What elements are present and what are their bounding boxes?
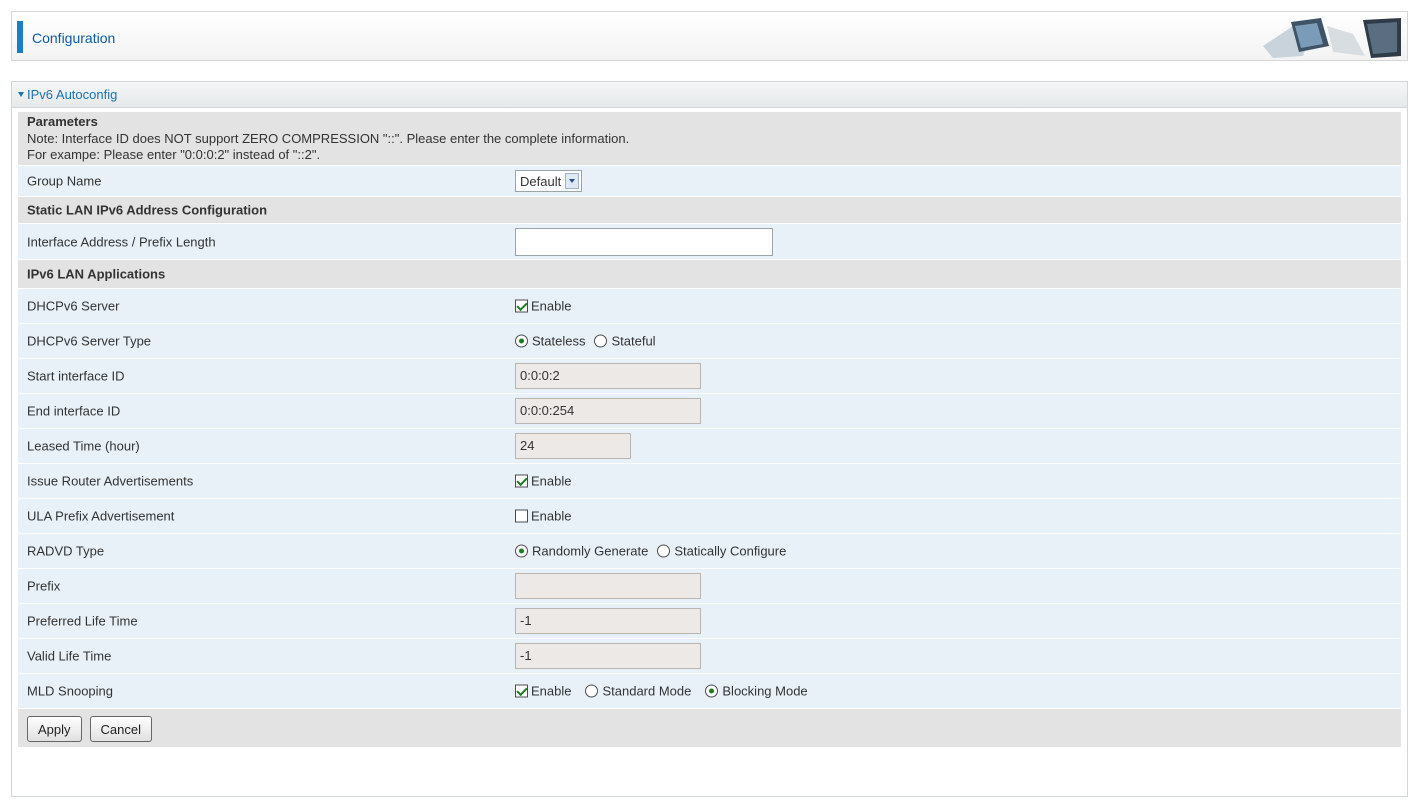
standard-mode-option[interactable]: Standard Mode xyxy=(585,684,691,699)
stateless-radio[interactable] xyxy=(515,334,528,348)
end-id-input[interactable]: 0:0:0:254 xyxy=(515,398,701,424)
preferred-life-label: Preferred Life Time xyxy=(27,613,138,629)
issue-ra-row: Issue Router Advertisements Enable xyxy=(18,464,1401,499)
ula-prefix-row: ULA Prefix Advertisement Enable xyxy=(18,499,1401,534)
preferred-life-row: Preferred Life Time -1 xyxy=(18,604,1401,639)
dhcpv6-server-label: DHCPv6 Server xyxy=(27,298,120,314)
parameters-heading: Parameters xyxy=(27,114,98,129)
stateless-option[interactable]: Stateless xyxy=(515,334,585,349)
dhcpv6-type-label: DHCPv6 Server Type xyxy=(27,333,152,349)
ula-prefix-label: ULA Prefix Advertisement xyxy=(27,508,175,524)
header-accent-bar xyxy=(17,21,23,53)
cancel-button[interactable]: Cancel xyxy=(89,716,152,742)
valid-life-label: Valid Life Time xyxy=(27,648,112,664)
static-lan-section: Static LAN IPv6 Address Configuration xyxy=(18,197,1401,224)
leased-time-input[interactable]: 24 xyxy=(515,433,631,459)
leased-time-label: Leased Time (hour) xyxy=(27,438,140,454)
dhcpv6-server-row: DHCPv6 Server Enable xyxy=(18,289,1401,324)
radvd-type-label: RADVD Type xyxy=(27,543,105,559)
valid-life-row: Valid Life Time -1 xyxy=(18,639,1401,674)
ipv6-lan-apps-heading: IPv6 LAN Applications xyxy=(27,266,166,282)
mld-enable-checkbox[interactable] xyxy=(515,684,528,698)
stateful-radio[interactable] xyxy=(594,334,608,348)
stateless-label: Stateless xyxy=(532,333,586,349)
dhcpv6-server-checkbox[interactable] xyxy=(515,299,528,313)
panel-header[interactable]: IPv6 Autoconfig xyxy=(12,82,1407,108)
ipv6-autoconfig-panel: IPv6 Autoconfig Parameters Note: Interfa… xyxy=(11,81,1408,797)
parameters-note: Parameters Note: Interface ID does NOT s… xyxy=(27,112,629,163)
group-name-row: Group Name Default xyxy=(18,166,1401,197)
static-lan-heading: Static LAN IPv6 Address Configuration xyxy=(27,202,268,218)
parameters-section: Parameters Note: Interface ID does NOT s… xyxy=(18,112,1401,166)
ipv6-lan-apps-section: IPv6 LAN Applications xyxy=(18,260,1401,289)
mld-enable-label: Enable xyxy=(531,683,572,699)
prefix-label: Prefix xyxy=(27,578,61,594)
mld-enable-option[interactable]: Enable xyxy=(515,684,571,699)
interface-address-row: Interface Address / Prefix Length xyxy=(18,224,1401,260)
end-id-label: End interface ID xyxy=(27,403,121,419)
start-id-input[interactable]: 0:0:0:2 xyxy=(515,363,701,389)
prefix-row: Prefix xyxy=(18,569,1401,604)
randomly-generate-option[interactable]: Randomly Generate xyxy=(515,544,648,559)
leased-time-row: Leased Time (hour) 24 xyxy=(18,429,1401,464)
note-line-2: For exampe: Please enter "0:0:0:2" inste… xyxy=(27,147,321,162)
interface-address-label: Interface Address / Prefix Length xyxy=(27,234,216,249)
randomly-generate-radio[interactable] xyxy=(515,544,528,558)
collapse-triangle-icon[interactable] xyxy=(18,92,24,98)
blocking-mode-option[interactable]: Blocking Mode xyxy=(705,683,808,699)
ula-prefix-enable-label: Enable xyxy=(531,508,572,524)
blocking-mode-radio[interactable] xyxy=(705,684,719,698)
actions-row: Apply Cancel xyxy=(18,709,1401,748)
radvd-type-row: RADVD Type Randomly Generate Statically … xyxy=(18,534,1401,569)
dhcpv6-type-row: DHCPv6 Server Type Stateless Stateful xyxy=(18,324,1401,359)
ula-prefix-checkbox[interactable] xyxy=(515,509,528,523)
stateful-label: Stateful xyxy=(611,333,656,349)
chevron-down-icon[interactable] xyxy=(565,173,579,189)
group-name-select[interactable]: Default xyxy=(515,170,582,192)
interface-address-input[interactable] xyxy=(515,227,773,256)
page-title: Configuration xyxy=(32,30,116,46)
blocking-mode-label: Blocking Mode xyxy=(722,683,808,699)
mld-snooping-label: MLD Snooping xyxy=(27,683,113,699)
issue-ra-enable-label: Enable xyxy=(531,473,572,489)
header-decoration-icon xyxy=(1263,18,1401,58)
issue-ra-label: Issue Router Advertisements xyxy=(27,473,194,489)
statically-configure-radio[interactable] xyxy=(657,544,671,558)
ula-prefix-enable[interactable]: Enable xyxy=(515,509,571,524)
dhcpv6-server-enable[interactable]: Enable xyxy=(515,299,571,314)
start-id-row: Start interface ID 0:0:0:2 xyxy=(18,359,1401,394)
stateful-option[interactable]: Stateful xyxy=(594,333,656,349)
page-header: Configuration xyxy=(11,11,1408,61)
randomly-generate-label: Randomly Generate xyxy=(532,543,649,559)
valid-life-input[interactable]: -1 xyxy=(515,643,701,669)
group-name-label: Group Name xyxy=(27,173,102,189)
group-name-value: Default xyxy=(520,173,562,189)
panel-title: IPv6 Autoconfig xyxy=(27,87,118,102)
mld-snooping-row: MLD Snooping Enable Standard Mode Blocki… xyxy=(18,674,1401,709)
end-id-row: End interface ID 0:0:0:254 xyxy=(18,394,1401,429)
standard-mode-radio[interactable] xyxy=(585,684,599,698)
issue-ra-checkbox[interactable] xyxy=(515,474,528,488)
note-line-1: Note: Interface ID does NOT support ZERO… xyxy=(27,131,630,146)
preferred-life-input[interactable]: -1 xyxy=(515,608,701,634)
statically-configure-option[interactable]: Statically Configure xyxy=(657,544,786,559)
statically-configure-label: Statically Configure xyxy=(674,543,787,559)
prefix-input[interactable] xyxy=(515,573,701,599)
standard-mode-label: Standard Mode xyxy=(602,683,692,699)
issue-ra-enable[interactable]: Enable xyxy=(515,474,571,489)
dhcpv6-server-enable-label: Enable xyxy=(531,298,572,314)
apply-button[interactable]: Apply xyxy=(27,716,82,742)
start-id-label: Start interface ID xyxy=(27,368,125,384)
